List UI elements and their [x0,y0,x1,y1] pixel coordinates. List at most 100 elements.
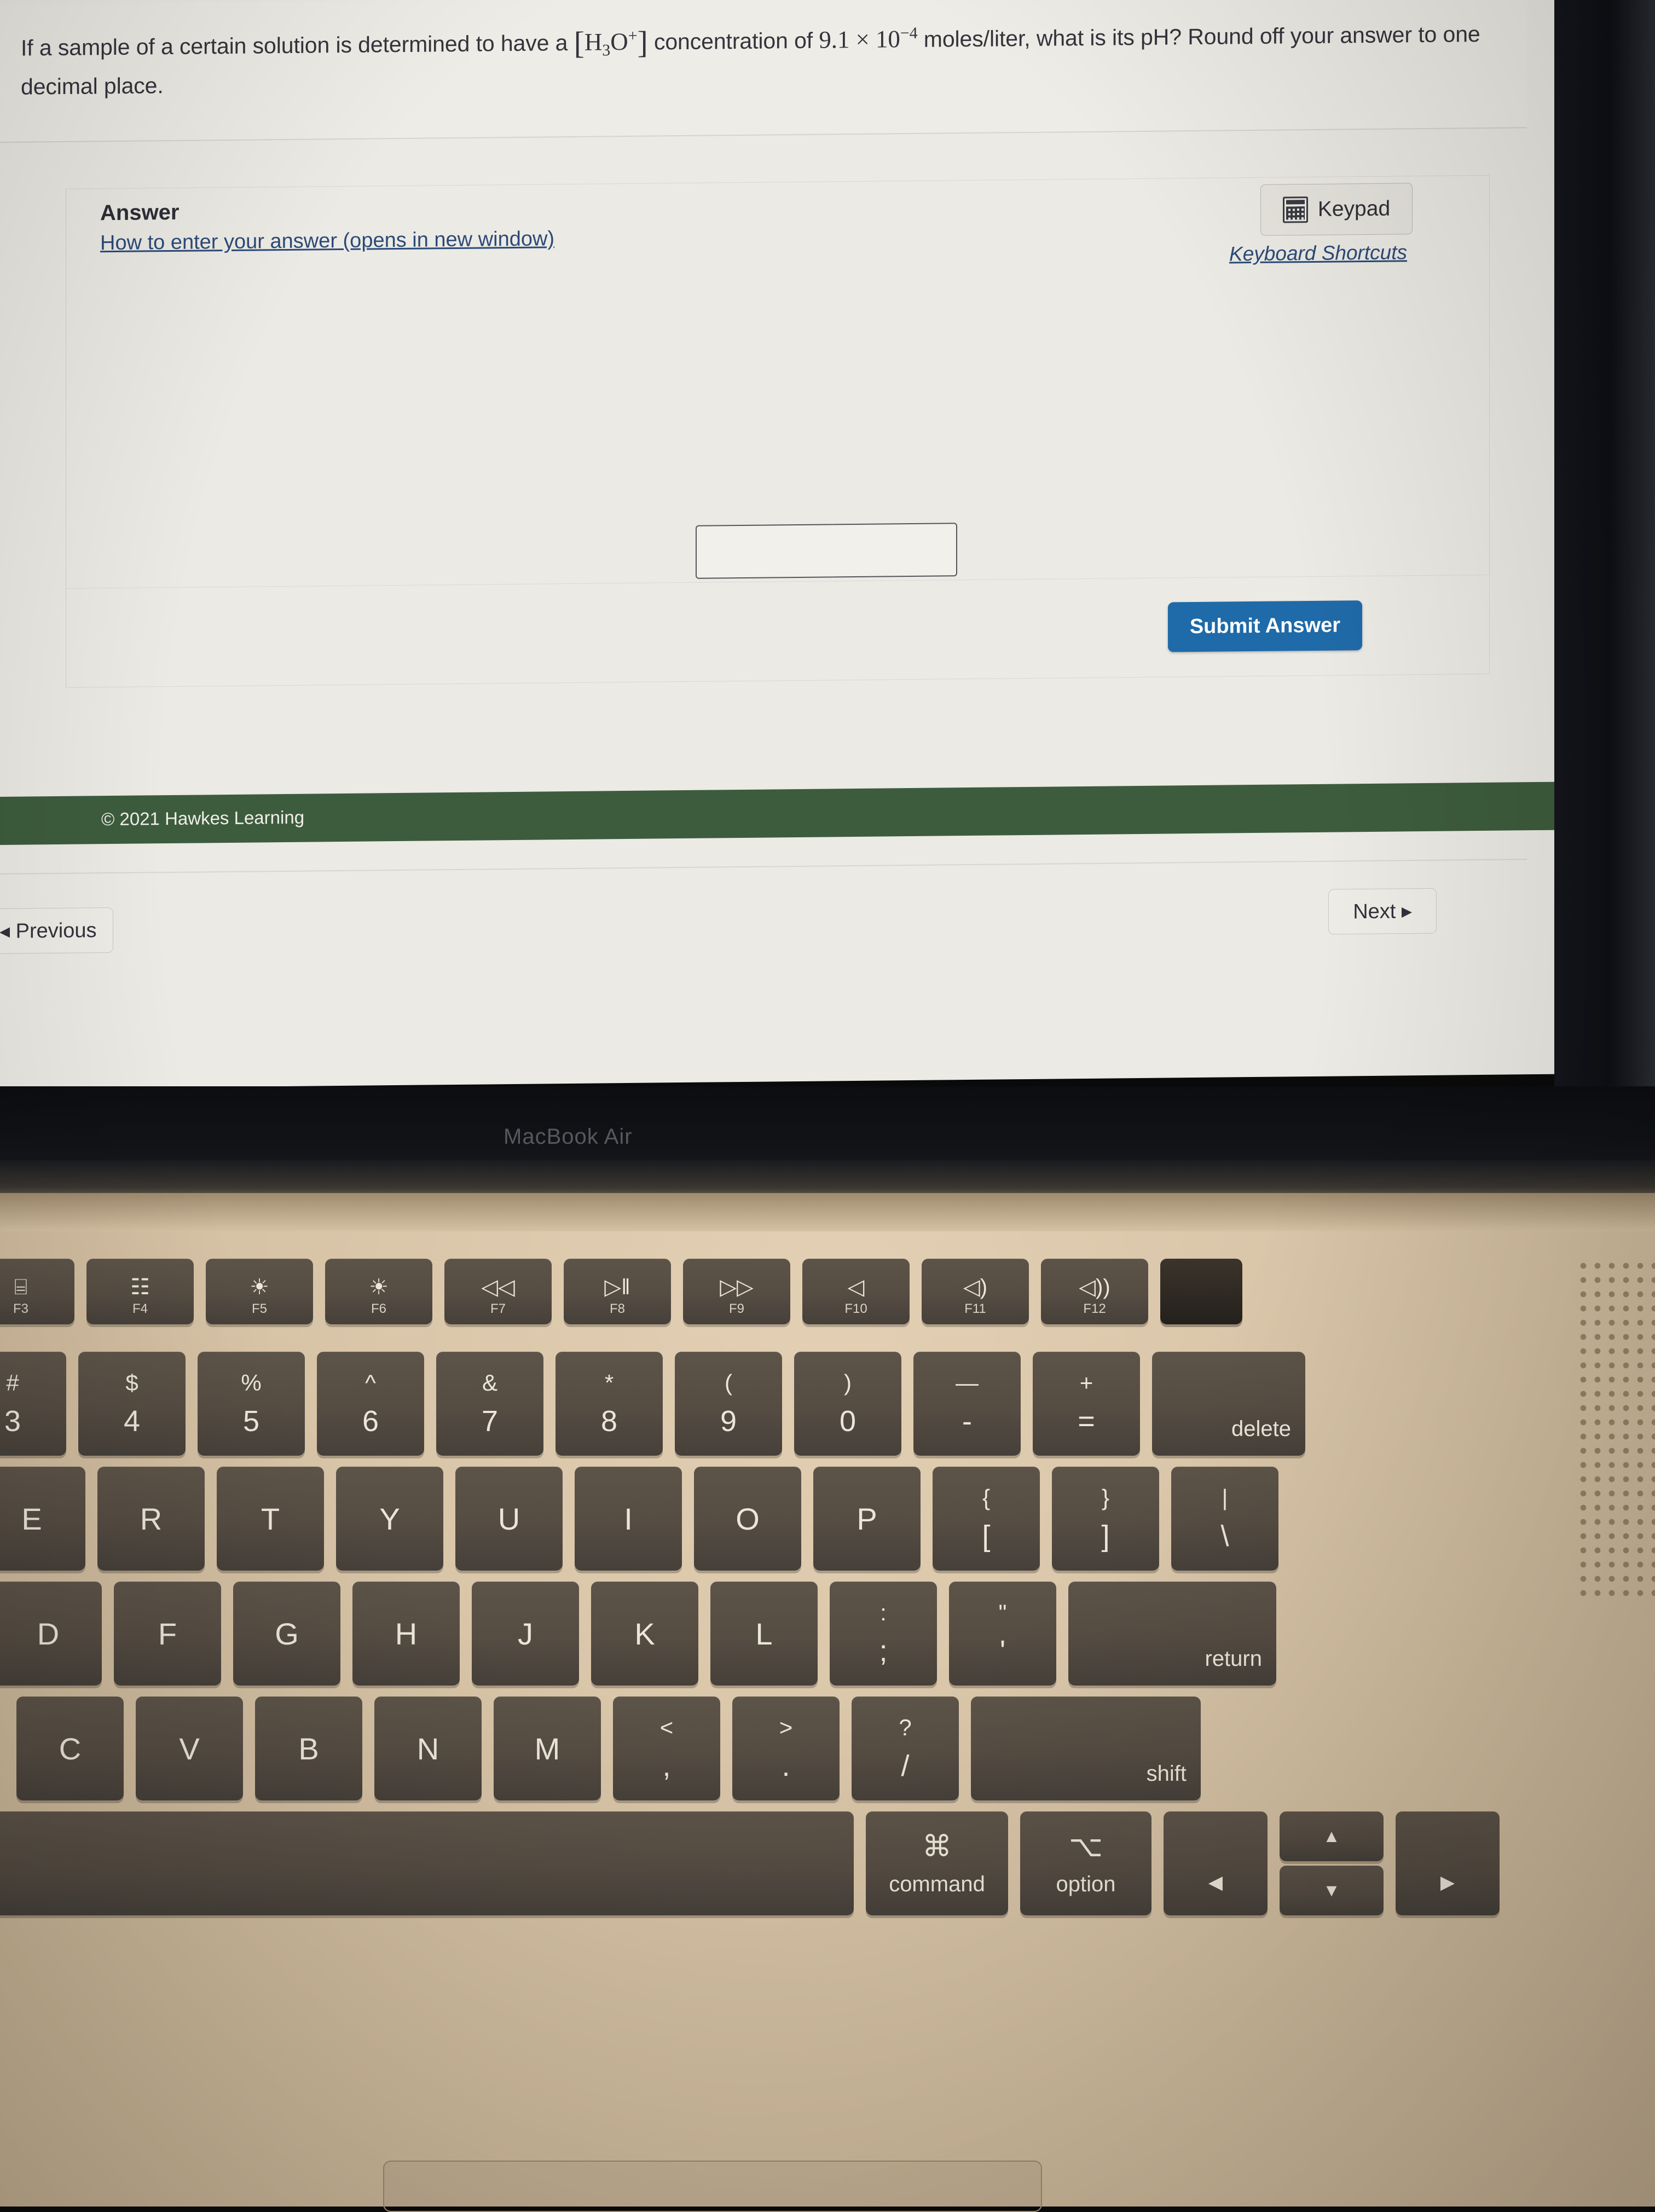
key-f12[interactable]: ◁)) F12 [1041,1259,1148,1324]
macbook-air-label: MacBook Air [504,1125,633,1149]
key-comma[interactable]: < , [613,1696,720,1800]
key-f8[interactable]: ▷‖ F8 [564,1259,671,1324]
key-4[interactable]: $ 4 [78,1352,186,1456]
rewind-icon: ◁◁ [481,1275,515,1299]
key-space[interactable] [0,1811,854,1915]
touch-id-key[interactable] [1160,1259,1242,1324]
key-5[interactable]: % 5 [198,1352,305,1456]
key-f7[interactable]: ◁◁ F7 [444,1259,552,1324]
key-arrow-down[interactable]: ▼ [1280,1866,1384,1915]
how-to-enter-answer-link[interactable]: How to enter your answer (opens in new w… [100,227,554,255]
key-4-label: 4 [123,1405,141,1438]
key-h[interactable]: H [352,1582,460,1686]
key-r[interactable]: R [97,1467,205,1571]
key-m-label: M [534,1731,560,1766]
key-l[interactable]: L [710,1582,818,1686]
key-7[interactable]: & 7 [436,1352,543,1456]
top-letter-row: E R T Y U I O P { [ } ] | \ [0,1467,1291,1571]
deck-top-edge [0,1193,1655,1231]
key-6[interactable]: ^ 6 [317,1352,424,1456]
key-f8-label: F8 [609,1301,625,1316]
keyboard-deck: ⌸ F3 ☷ F4 ☀ F5 ☀ F6 ◁◁ F7 ▷‖ F8 ▷▷ F9 ◁ [0,1193,1655,2212]
navigation-row: ◂ Previous Next ▸ [0,859,1527,995]
number-key-row: # 3 $ 4 % 5 ^ 6 & 7 * 8 ( 9 ) 0 — - + = … [0,1352,1317,1456]
key-d[interactable]: D [0,1582,102,1686]
trackpad[interactable] [383,2161,1042,2212]
key-p[interactable]: P [813,1467,921,1571]
key-command-right[interactable]: ⌘ command [866,1811,1008,1915]
key-t-label: T [261,1501,280,1536]
key-f11[interactable]: ◁) F11 [922,1259,1029,1324]
key-f3-label: F3 [13,1301,28,1316]
key-n[interactable]: N [374,1696,482,1800]
key-f6-label: F6 [371,1301,386,1316]
key-period[interactable]: > . [732,1696,840,1800]
key-g-label: G [275,1616,299,1651]
key-k[interactable]: K [591,1582,698,1686]
key-j-label: J [518,1616,533,1651]
key-f4[interactable]: ☷ F4 [86,1259,194,1324]
key-e[interactable]: E [0,1467,85,1571]
key-f10-label: F10 [844,1301,867,1316]
concentration-value: 9.1 × 10−4 [819,24,918,54]
key-g[interactable]: G [233,1582,340,1686]
key-left-bracket[interactable]: { [ [933,1467,1040,1571]
keypad-button[interactable]: Keypad [1260,183,1413,236]
key-o[interactable]: O [694,1467,801,1571]
key-5-label: 5 [242,1405,260,1438]
previous-button[interactable]: ◂ Previous [0,907,114,954]
key-f9[interactable]: ▷▷ F9 [683,1259,790,1324]
submit-answer-button[interactable]: Submit Answer [1167,600,1362,652]
key-equals[interactable]: + = [1033,1352,1140,1456]
keyboard-brightness-down-icon: ☀ [250,1275,269,1299]
key-f5[interactable]: ☀ F5 [206,1259,313,1324]
key-right-bracket[interactable]: } ] [1052,1467,1159,1571]
key-j[interactable]: J [472,1582,579,1686]
key-arrow-right[interactable]: ▶ [1396,1811,1500,1915]
site-footer-bar: © 2021 Hawkes Learning [0,781,1554,845]
function-key-row: ⌸ F3 ☷ F4 ☀ F5 ☀ F6 ◁◁ F7 ▷‖ F8 ▷▷ F9 ◁ [0,1259,1254,1324]
answer-input[interactable] [696,523,957,579]
key-f10[interactable]: ◁ F10 [802,1259,910,1324]
key-v-label: V [179,1731,200,1766]
key-b[interactable]: B [255,1696,362,1800]
key-0[interactable]: ) 0 [794,1352,901,1456]
key-f3[interactable]: ⌸ F3 [0,1259,74,1324]
key-semicolon[interactable]: : ; [830,1582,937,1686]
key-option-right[interactable]: ⌥ option [1020,1811,1151,1915]
key-i[interactable]: I [575,1467,682,1571]
key-arrow-up[interactable]: ▲ [1280,1811,1384,1861]
key-3[interactable]: # 3 [0,1352,66,1456]
key-doublequote-label: " [998,1600,1007,1625]
key-backslash[interactable]: | \ [1171,1467,1278,1571]
next-button[interactable]: Next ▸ [1328,888,1437,935]
key-f6[interactable]: ☀ F6 [325,1259,432,1324]
key-u[interactable]: U [455,1467,563,1571]
keypad-button-label: Keypad [1317,196,1391,221]
key-slash-label: / [901,1750,910,1782]
key-f12-label: F12 [1083,1301,1106,1316]
key-3-label: 3 [4,1405,21,1438]
key-t[interactable]: T [217,1467,324,1571]
key-y[interactable]: Y [336,1467,443,1571]
home-key-row: D F G H J K L : ; " ' return [0,1582,1288,1686]
key-right-shift[interactable]: shift [971,1696,1201,1800]
key-y-label: Y [379,1501,400,1536]
key-return[interactable]: return [1068,1582,1276,1686]
key-minus[interactable]: — - [913,1352,1021,1456]
key-greater-than-label: > [779,1715,793,1740]
key-v[interactable]: V [136,1696,243,1800]
key-arrow-left[interactable]: ◀ [1164,1811,1268,1915]
keyboard-shortcuts-link[interactable]: Keyboard Shortcuts [1229,241,1407,265]
hydronium-formula: [H3O+] [574,24,648,61]
key-c[interactable]: C [16,1696,124,1800]
key-f[interactable]: F [114,1582,221,1686]
key-9[interactable]: ( 9 [675,1352,782,1456]
key-m[interactable]: M [494,1696,601,1800]
option-icon: ⌥ [1068,1829,1103,1863]
key-quote[interactable]: " ' [949,1582,1056,1686]
question-mid: concentration of [653,27,813,55]
key-slash[interactable]: ? / [852,1696,959,1800]
key-8[interactable]: * 8 [555,1352,663,1456]
key-delete[interactable]: delete [1152,1352,1305,1456]
